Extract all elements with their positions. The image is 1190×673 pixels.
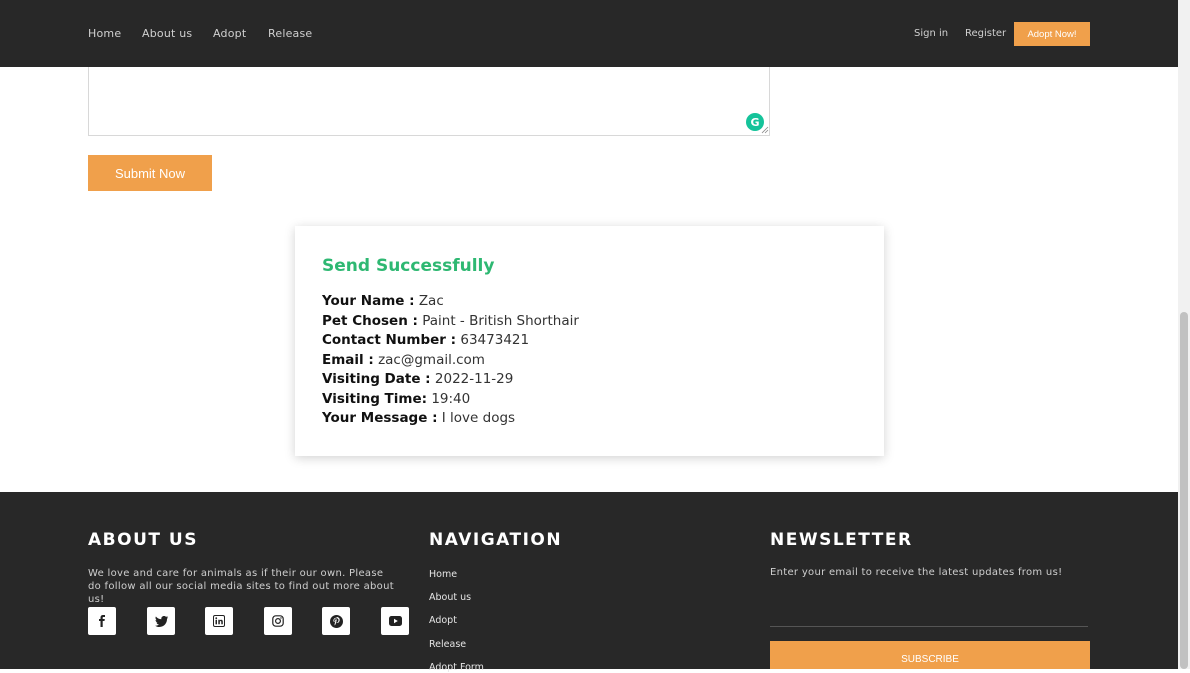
footer-nav-about[interactable]: About us — [429, 592, 471, 603]
message-textarea[interactable] — [88, 60, 770, 136]
detail-label: Your Message : — [322, 410, 438, 426]
newsletter-email-input[interactable] — [770, 588, 1088, 627]
detail-row-date: Visiting Date : 2022-11-29 — [322, 371, 513, 387]
footer: ABOUT US We love and care for animals as… — [0, 492, 1178, 673]
nav-about-link[interactable]: About us — [142, 27, 192, 40]
adopt-now-button[interactable]: Adopt Now! — [1014, 22, 1090, 46]
detail-value: 63473421 — [460, 332, 530, 348]
resize-handle-icon[interactable] — [761, 126, 769, 134]
detail-row-time: Visiting Time: 19:40 — [322, 391, 470, 407]
success-card: Send Successfully Your Name : Zac Pet Ch… — [295, 226, 884, 456]
nav-home-link[interactable]: Home — [88, 27, 121, 40]
nav-release-link[interactable]: Release — [268, 27, 312, 40]
about-text: We love and care for animals as if their… — [88, 568, 394, 605]
page-scrollbar[interactable] — [1178, 0, 1190, 669]
about-heading: ABOUT US — [88, 530, 198, 550]
detail-value: 19:40 — [431, 391, 471, 407]
detail-label: Contact Number : — [322, 332, 457, 348]
detail-value: zac@gmail.com — [378, 352, 485, 368]
detail-label: Visiting Time: — [322, 391, 428, 407]
detail-value: Zac — [418, 293, 444, 309]
detail-row-contact: Contact Number : 63473421 — [322, 332, 529, 348]
detail-label: Email : — [322, 352, 374, 368]
detail-value: 2022-11-29 — [434, 371, 514, 387]
detail-value: I love dogs — [441, 410, 516, 426]
newsletter-text: Enter your email to receive the latest u… — [770, 567, 1063, 578]
footer-nav-adopt-form[interactable]: Adopt Form — [429, 662, 484, 673]
youtube-icon[interactable] — [381, 607, 409, 635]
detail-label: Pet Chosen : — [322, 313, 418, 329]
nav-adopt-link[interactable]: Adopt — [213, 27, 246, 40]
register-link[interactable]: Register — [965, 28, 1006, 39]
success-title: Send Successfully — [322, 256, 495, 276]
pinterest-icon[interactable] — [322, 607, 350, 635]
instagram-icon[interactable] — [264, 607, 292, 635]
twitter-icon[interactable] — [147, 607, 175, 635]
top-navbar: Home About us Adopt Release Sign in Regi… — [0, 0, 1178, 67]
detail-value: Paint - British Shorthair — [422, 313, 579, 329]
detail-row-pet: Pet Chosen : Paint - British Shorthair — [322, 313, 579, 329]
detail-row-email: Email : zac@gmail.com — [322, 352, 485, 368]
sign-in-link[interactable]: Sign in — [914, 28, 948, 39]
subscribe-button[interactable]: SUBSCRIBE — [770, 641, 1090, 669]
facebook-icon[interactable] — [88, 607, 116, 635]
detail-label: Visiting Date : — [322, 371, 431, 387]
newsletter-heading: NEWSLETTER — [770, 530, 913, 550]
detail-label: Your Name : — [322, 293, 415, 309]
navigation-heading: NAVIGATION — [429, 530, 563, 550]
footer-nav-release[interactable]: Release — [429, 639, 466, 650]
footer-nav-home[interactable]: Home — [429, 569, 457, 580]
detail-row-name: Your Name : Zac — [322, 293, 444, 309]
scrollbar-thumb[interactable] — [1180, 312, 1188, 669]
detail-row-message: Your Message : I love dogs — [322, 410, 515, 426]
linkedin-icon[interactable] — [205, 607, 233, 635]
footer-nav-adopt[interactable]: Adopt — [429, 615, 457, 626]
submit-now-button[interactable]: Submit Now — [88, 155, 212, 191]
